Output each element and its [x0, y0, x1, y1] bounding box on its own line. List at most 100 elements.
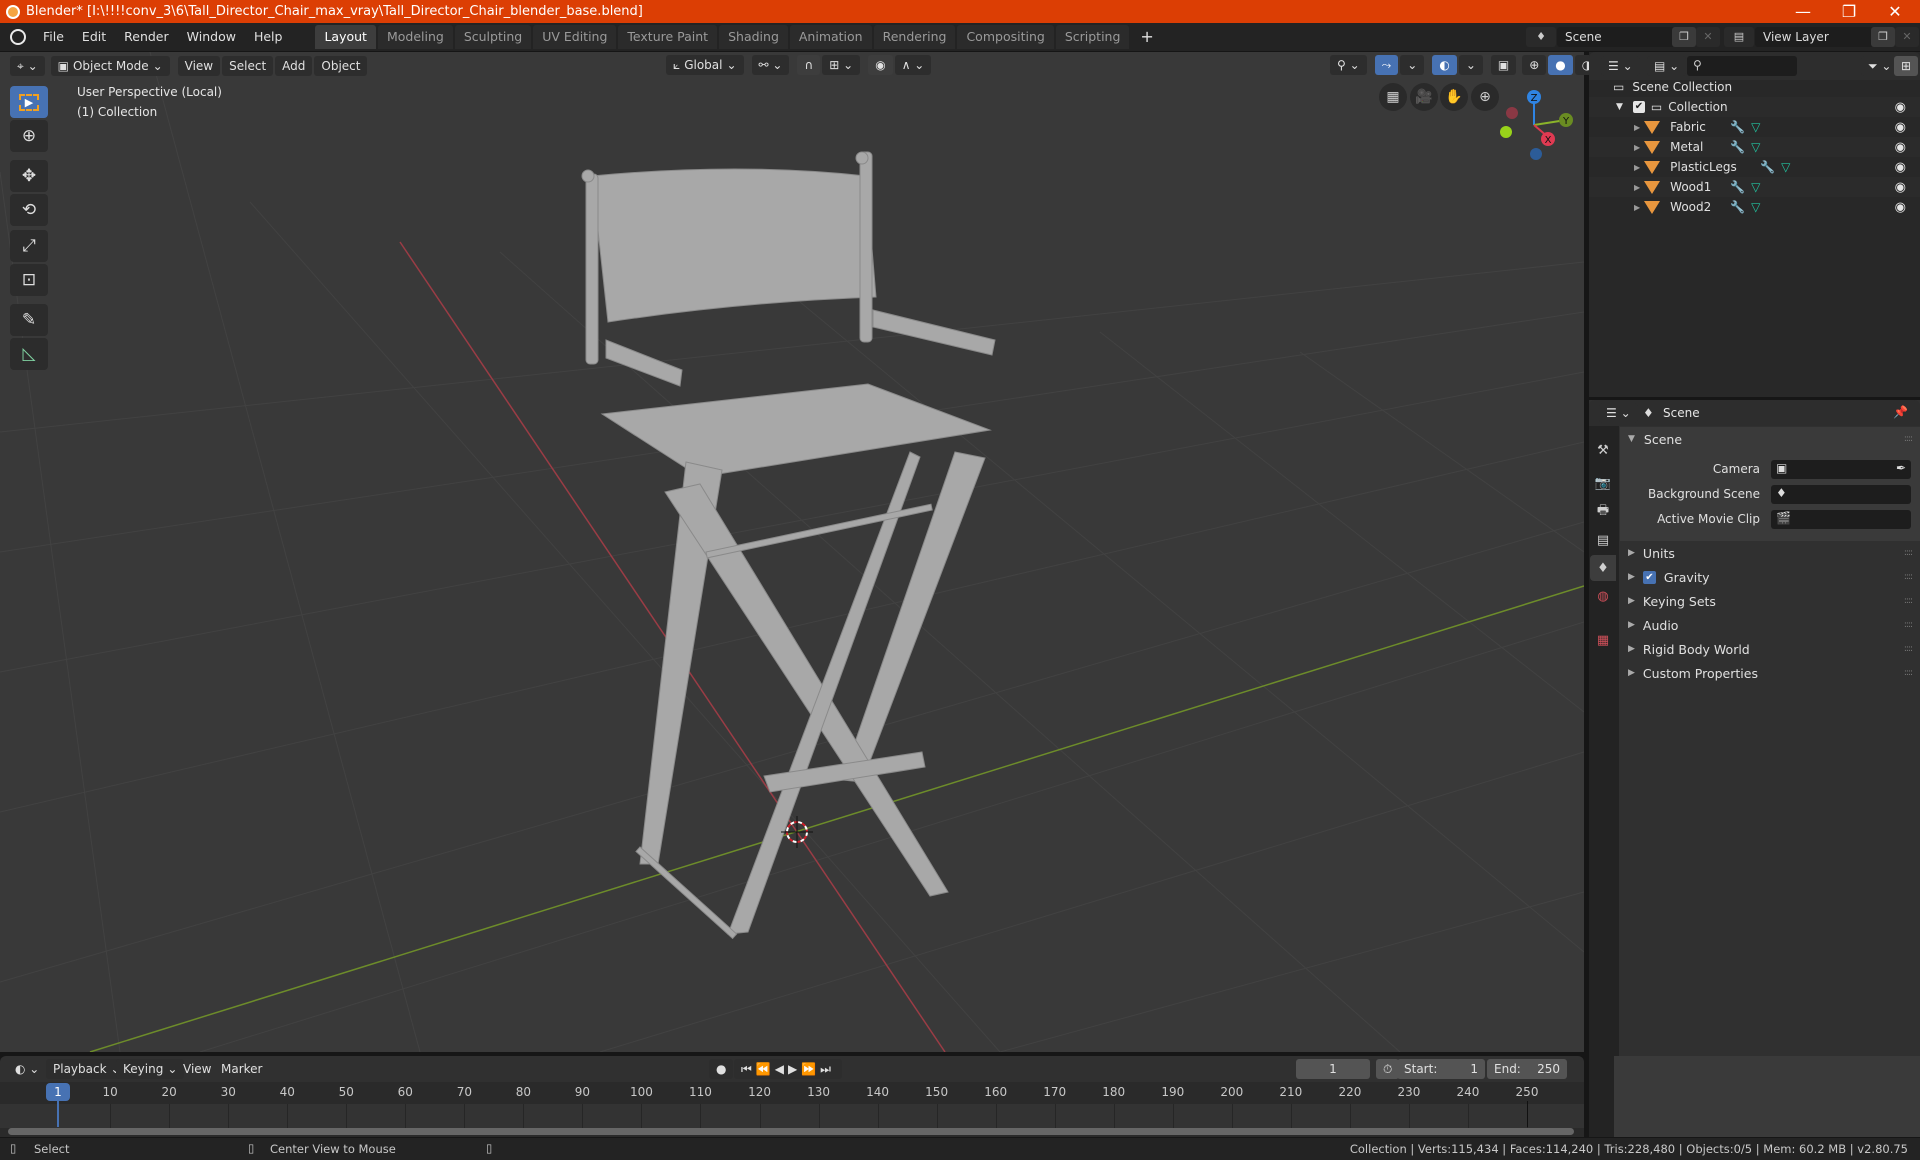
scene-panel-header[interactable]: ▼ Scene ::::	[1620, 427, 1920, 451]
properties-editor-type-icon[interactable]: ☰ ⌄	[1599, 403, 1638, 423]
tab-rendering[interactable]: Rendering	[873, 25, 956, 49]
outliner-search-input[interactable]	[1687, 56, 1797, 76]
mesh-data-icon[interactable]: ▽	[1781, 160, 1790, 174]
falloff-icon[interactable]: ∧ ⌄	[894, 55, 932, 75]
rotate-tool[interactable]: ⟲	[10, 194, 48, 226]
output-tab-icon[interactable]: 🖶	[1590, 499, 1616, 525]
drag-grip-icon[interactable]: ::::	[1904, 596, 1913, 606]
overlay-dropdown-icon[interactable]: ⌄	[1458, 55, 1483, 75]
timeline-editor-type-icon[interactable]: ◐ ⌄	[8, 1059, 46, 1079]
menu-select[interactable]: Select	[222, 56, 274, 76]
shading-solid-icon[interactable]: ●	[1548, 55, 1573, 75]
tab-animation[interactable]: Animation	[789, 25, 872, 49]
visibility-icon[interactable]: ⚲ ⌄	[1330, 55, 1367, 75]
mesh-data-icon[interactable]: ▽	[1751, 180, 1760, 194]
section-units[interactable]: ▶ Units::::	[1620, 541, 1920, 565]
active-movie-clip-field[interactable]: 🎬	[1771, 510, 1911, 529]
modifier-wrench-icon[interactable]: 🔧	[1730, 140, 1745, 154]
pivot-point-icon[interactable]: ⚯ ⌄	[751, 55, 790, 75]
visibility-eye-icon[interactable]: ◉	[1895, 140, 1906, 155]
section-rigid-body-world[interactable]: ▶ Rigid Body World::::	[1620, 637, 1920, 661]
delete-view-layer-icon[interactable]: ✕	[1895, 27, 1919, 47]
gizmo-toggle-icon[interactable]: ⤳	[1374, 55, 1399, 75]
modifier-wrench-icon[interactable]: 🔧	[1730, 180, 1745, 194]
outliner-object-row[interactable]: ▶ Wood1 🔧 ▽ ◉	[1589, 177, 1920, 197]
view-layer-field[interactable]: View Layer	[1755, 27, 1879, 47]
minimize-button[interactable]: —	[1780, 0, 1826, 23]
mode-selector[interactable]: ▣ Object Mode ⌄	[50, 56, 170, 76]
expand-object-icon[interactable]: ▶	[1634, 203, 1640, 212]
mesh-data-icon[interactable]: ▽	[1751, 200, 1760, 214]
display-mode-icon[interactable]: ▤ ⌄	[1647, 56, 1687, 76]
drag-grip-icon[interactable]: ::::	[1904, 572, 1913, 582]
drag-grip-icon[interactable]: ::::	[1904, 434, 1913, 444]
tab-texture-paint[interactable]: Texture Paint	[618, 25, 718, 49]
end-frame-field[interactable]: End: 250	[1487, 1059, 1567, 1079]
collection-checkbox[interactable]: ✔	[1632, 101, 1645, 113]
texture-tab-icon[interactable]: ▦	[1590, 627, 1616, 653]
record-button[interactable]: ●	[709, 1059, 734, 1079]
transform-tool[interactable]: ⊡	[10, 264, 48, 296]
tab-layout[interactable]: Layout	[315, 25, 376, 49]
gravity-checkbox[interactable]: ✔	[1642, 570, 1656, 584]
modifier-wrench-icon[interactable]: 🔧	[1730, 200, 1745, 214]
navigation-gizmo[interactable]: Z Y X	[1490, 80, 1590, 170]
eyedropper-icon[interactable]: ✒	[1896, 461, 1906, 475]
background-scene-field[interactable]: ♦	[1771, 485, 1911, 504]
render-tab-icon[interactable]: 📷	[1590, 470, 1616, 496]
tab-sculpting[interactable]: Sculpting	[454, 25, 532, 49]
drag-grip-icon[interactable]: ::::	[1904, 668, 1913, 678]
menu-add[interactable]: Add	[275, 56, 313, 76]
section-gravity[interactable]: ▶ ✔ Gravity::::	[1620, 565, 1920, 589]
view-layer-selector-icon[interactable]: ▤	[1724, 27, 1754, 47]
pan-view-icon[interactable]: ✋	[1440, 83, 1468, 111]
add-workspace-button[interactable]: +	[1131, 25, 1162, 49]
keying-menu[interactable]: Keying ⌄	[116, 1059, 185, 1079]
menu-help[interactable]: Help	[245, 25, 292, 49]
section-keying-sets[interactable]: ▶ Keying Sets::::	[1620, 589, 1920, 613]
outliner-object-row[interactable]: ▶ PlasticLegs 🔧 ▽ ◉	[1589, 157, 1920, 177]
menu-edit[interactable]: Edit	[73, 25, 115, 49]
xray-toggle-icon[interactable]: ▣	[1490, 55, 1517, 75]
menu-file[interactable]: File	[34, 25, 73, 49]
visibility-eye-icon[interactable]: ◉	[1895, 100, 1906, 115]
3d-viewport[interactable]	[0, 52, 1584, 1052]
transform-orientation[interactable]: ⟀ Global ⌄	[666, 55, 744, 75]
stopwatch-icon[interactable]: ⏱	[1376, 1059, 1400, 1079]
close-button[interactable]: ✕	[1872, 0, 1918, 23]
camera-view-icon[interactable]: 🎥	[1410, 83, 1438, 111]
maximize-button[interactable]: ❐	[1826, 0, 1872, 23]
start-frame-field[interactable]: Start: 1	[1397, 1059, 1485, 1079]
playhead-handle[interactable]: 1	[46, 1083, 70, 1101]
move-tool[interactable]: ✥	[10, 160, 48, 192]
mesh-data-icon[interactable]: ▽	[1751, 140, 1760, 154]
playback-controls[interactable]: ⏮⏪◀▶⏩⏭	[734, 1059, 842, 1079]
outliner-object-row[interactable]: ▶ Fabric 🔧 ▽ ◉	[1589, 117, 1920, 137]
tab-compositing[interactable]: Compositing	[957, 25, 1054, 49]
mesh-data-icon[interactable]: ▽	[1751, 120, 1760, 134]
pin-icon[interactable]: 📌	[1893, 405, 1908, 419]
blender-menu-icon[interactable]	[10, 29, 26, 45]
new-scene-icon[interactable]: ❐	[1672, 27, 1696, 47]
new-collection-icon[interactable]: ⊞	[1894, 56, 1919, 76]
tab-modeling[interactable]: Modeling	[377, 25, 453, 49]
visibility-eye-icon[interactable]: ◉	[1895, 200, 1906, 215]
section-audio[interactable]: ▶ Audio::::	[1620, 613, 1920, 637]
snap-target-icon[interactable]: ⊞ ⌄	[822, 55, 861, 75]
toggle-camera-grid-icon[interactable]: ▦	[1379, 83, 1407, 111]
camera-field[interactable]: ▣ ✒	[1771, 460, 1911, 479]
scene-name-field[interactable]: Scene	[1557, 27, 1682, 47]
measure-tool[interactable]: ◺	[10, 338, 48, 370]
menu-view[interactable]: View	[177, 56, 221, 76]
timeline-scrollbar[interactable]	[8, 1128, 1574, 1135]
drag-grip-icon[interactable]: ::::	[1904, 548, 1913, 558]
filter-icon[interactable]: ⏷ ⌄	[1861, 56, 1899, 76]
tab-scripting[interactable]: Scripting	[1055, 25, 1130, 49]
shading-wireframe-icon[interactable]: ⊕	[1522, 55, 1547, 75]
select-box-tool[interactable]: ▶	[10, 86, 48, 118]
expand-object-icon[interactable]: ▶	[1634, 143, 1640, 152]
modifier-wrench-icon[interactable]: 🔧	[1760, 160, 1775, 174]
delete-scene-icon[interactable]: ✕	[1696, 27, 1720, 47]
new-view-layer-icon[interactable]: ❐	[1871, 27, 1895, 47]
cursor-tool[interactable]: ⊕	[10, 120, 48, 152]
